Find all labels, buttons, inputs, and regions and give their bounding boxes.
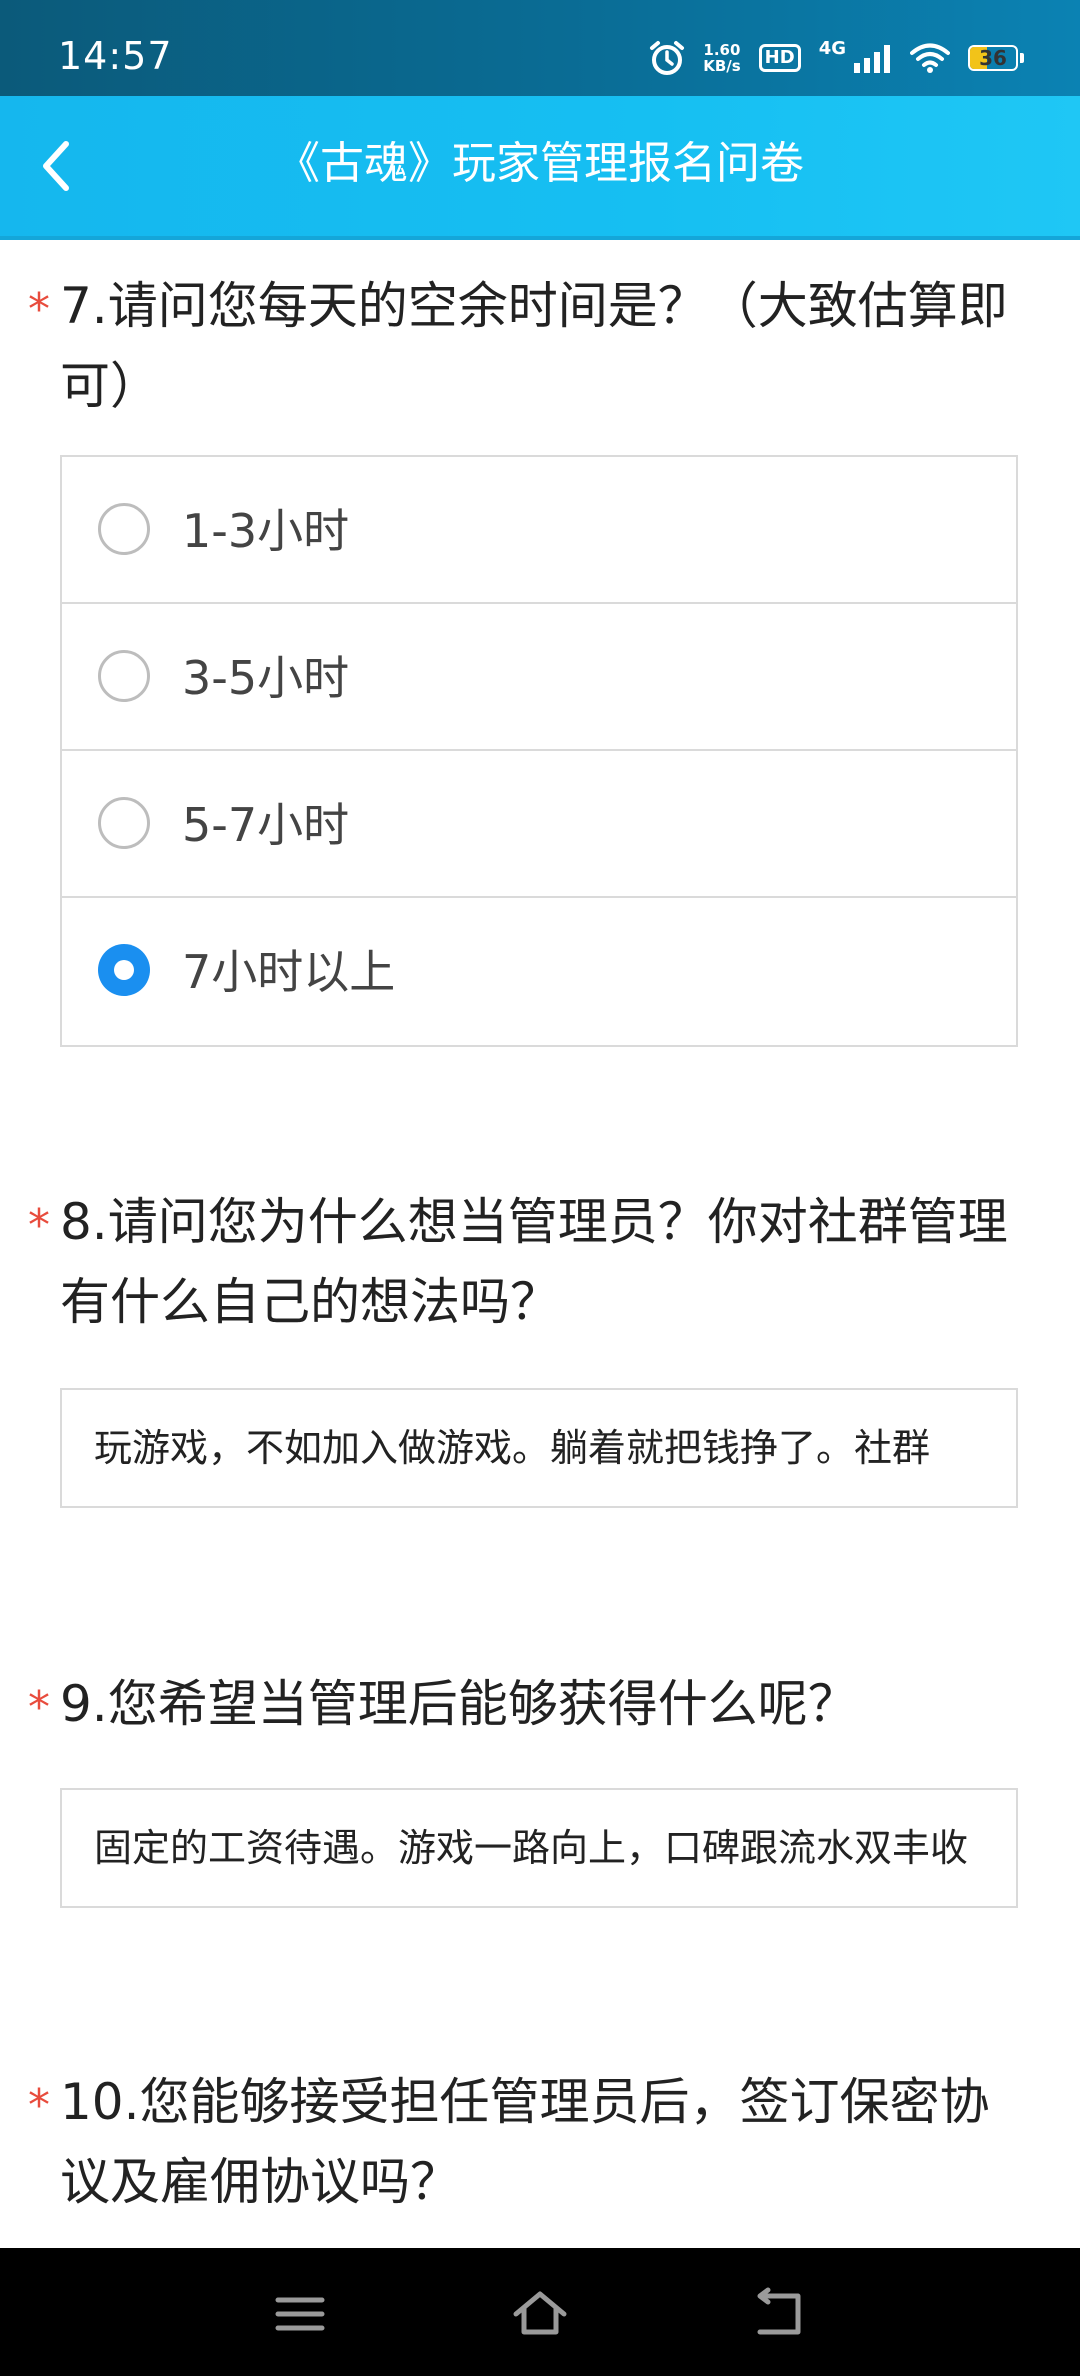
option-label: 5-7小时 (182, 798, 350, 852)
question-7-options: 1-3小时 3-5小时 5-7小时 7小时以上 (60, 455, 1018, 1047)
net-speed-unit: KB/s (703, 57, 741, 75)
signal-icon (854, 45, 890, 73)
option-label: 1-3小时 (182, 504, 350, 558)
question-8: * 8.请问您为什么想当管理员？你对社群管理有什么自己的想法吗？ (28, 1182, 1020, 1342)
wifi-icon (910, 43, 950, 73)
menu-icon[interactable] (272, 2286, 328, 2342)
option-7-plus-hours[interactable]: 7小时以上 (62, 898, 1016, 1045)
radio-button-selected[interactable] (98, 944, 150, 996)
required-mark: * (28, 1682, 50, 1733)
page-title: 《古魂》玩家管理报名问卷 (276, 138, 804, 189)
net-speed: 1.60 KB/s (703, 42, 740, 74)
alarm-icon (650, 41, 685, 75)
answer-input-8[interactable]: 玩游戏，不如加入做游戏。躺着就把钱挣了。社群 (60, 1388, 1018, 1508)
answer-text: 固定的工资待遇。游戏一路向上，口碑跟流水双丰收 (94, 1826, 969, 1870)
answer-input-9[interactable]: 固定的工资待遇。游戏一路向上，口碑跟流水双丰收 (60, 1788, 1018, 1908)
required-mark: * (28, 1200, 50, 1251)
required-mark: * (28, 284, 50, 335)
question-7: * 7.请问您每天的空余时间是？（大致估算即可） (28, 266, 1020, 426)
back-icon[interactable] (752, 2286, 808, 2342)
question-9: * 9.您希望当管理后能够获得什么呢？ (28, 1664, 1020, 1744)
hd-badge: HD (758, 44, 801, 72)
status-icons: 1.60 KB/s HD 4G 36 (649, 36, 1024, 80)
battery-level: 36 (979, 46, 1007, 70)
radio-button[interactable] (98, 650, 150, 702)
battery-icon: 36 (968, 45, 1018, 71)
radio-button[interactable] (98, 797, 150, 849)
option-3-5-hours[interactable]: 3-5小时 (62, 604, 1016, 751)
battery-tip (1020, 53, 1024, 63)
home-icon[interactable] (512, 2286, 568, 2342)
question-text: 7.请问您每天的空余时间是？（大致估算即可） (60, 277, 1008, 415)
chevron-left-icon[interactable] (18, 126, 98, 206)
question-text: 9.您希望当管理后能够获得什么呢？ (60, 1675, 858, 1733)
network-type: 4G (818, 37, 846, 59)
radio-button[interactable] (98, 503, 150, 555)
system-nav-bar (0, 2248, 1080, 2376)
answer-text: 玩游戏，不如加入做游戏。躺着就把钱挣了。社群 (94, 1426, 931, 1470)
question-text: 8.请问您为什么想当管理员？你对社群管理有什么自己的想法吗？ (60, 1193, 1008, 1331)
option-1-3-hours[interactable]: 1-3小时 (62, 457, 1016, 604)
status-time: 14:57 (58, 34, 173, 78)
question-text: 10.您能够接受担任管理员后，签订保密协议及雇佣协议吗？ (60, 2073, 990, 2211)
required-mark: * (28, 2080, 50, 2131)
status-bar: 14:57 1.60 KB/s HD 4G 36 (0, 0, 1080, 96)
survey-content[interactable]: * 7.请问您每天的空余时间是？（大致估算即可） 1-3小时 3-5小时 5-7… (0, 240, 1080, 2248)
app-bar: 《古魂》玩家管理报名问卷 (0, 96, 1080, 236)
option-label: 7小时以上 (182, 945, 396, 999)
question-10: * 10.您能够接受担任管理员后，签订保密协议及雇佣协议吗？ (28, 2062, 1020, 2222)
option-5-7-hours[interactable]: 5-7小时 (62, 751, 1016, 898)
option-label: 3-5小时 (182, 651, 350, 705)
net-speed-value: 1.60 (703, 41, 741, 59)
